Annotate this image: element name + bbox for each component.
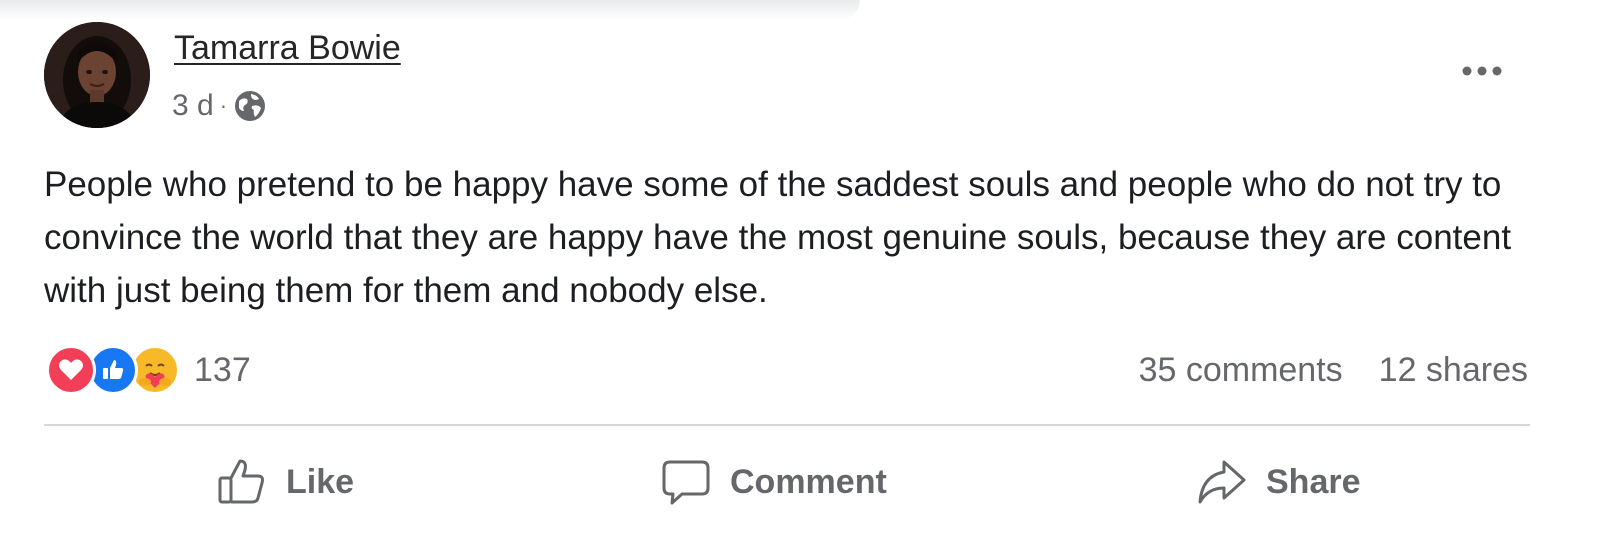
- share-arrow-icon: [1198, 460, 1246, 504]
- post-stats: 35 comments 12 shares: [1139, 344, 1528, 396]
- share-button[interactable]: Share: [1196, 440, 1361, 524]
- like-label: Like: [286, 462, 355, 501]
- shares-count[interactable]: 12 shares: [1379, 351, 1528, 390]
- post-timestamp[interactable]: 3 d: [172, 89, 214, 123]
- top-shadow: [0, 0, 860, 20]
- thumbs-up-icon: [218, 459, 264, 504]
- reactions-summary[interactable]: 137: [46, 344, 251, 396]
- post-meta: 3 d ·: [172, 86, 267, 126]
- love-reaction-icon: [46, 345, 96, 395]
- post-text: People who pretend to be happy have some…: [44, 165, 1512, 310]
- post-card: Tamarra Bowie 3 d · People who pretend t…: [0, 0, 1600, 541]
- comment-button[interactable]: Comment: [660, 440, 887, 524]
- like-button[interactable]: Like: [216, 440, 354, 524]
- action-bar: Like Comment Share: [44, 440, 1530, 524]
- comment-bubble-icon: [662, 460, 710, 505]
- divider: [44, 424, 1530, 426]
- comment-label: Comment: [730, 462, 887, 501]
- author-name[interactable]: Tamarra Bowie: [174, 28, 401, 68]
- comments-count[interactable]: 35 comments: [1139, 351, 1343, 390]
- more-options-button[interactable]: [1454, 54, 1510, 88]
- meta-separator: ·: [219, 93, 228, 118]
- share-label: Share: [1266, 462, 1361, 501]
- globe-icon[interactable]: [233, 89, 267, 123]
- avatar[interactable]: [44, 22, 150, 128]
- more-options-icon: [1462, 66, 1502, 76]
- reaction-count[interactable]: 137: [194, 351, 251, 390]
